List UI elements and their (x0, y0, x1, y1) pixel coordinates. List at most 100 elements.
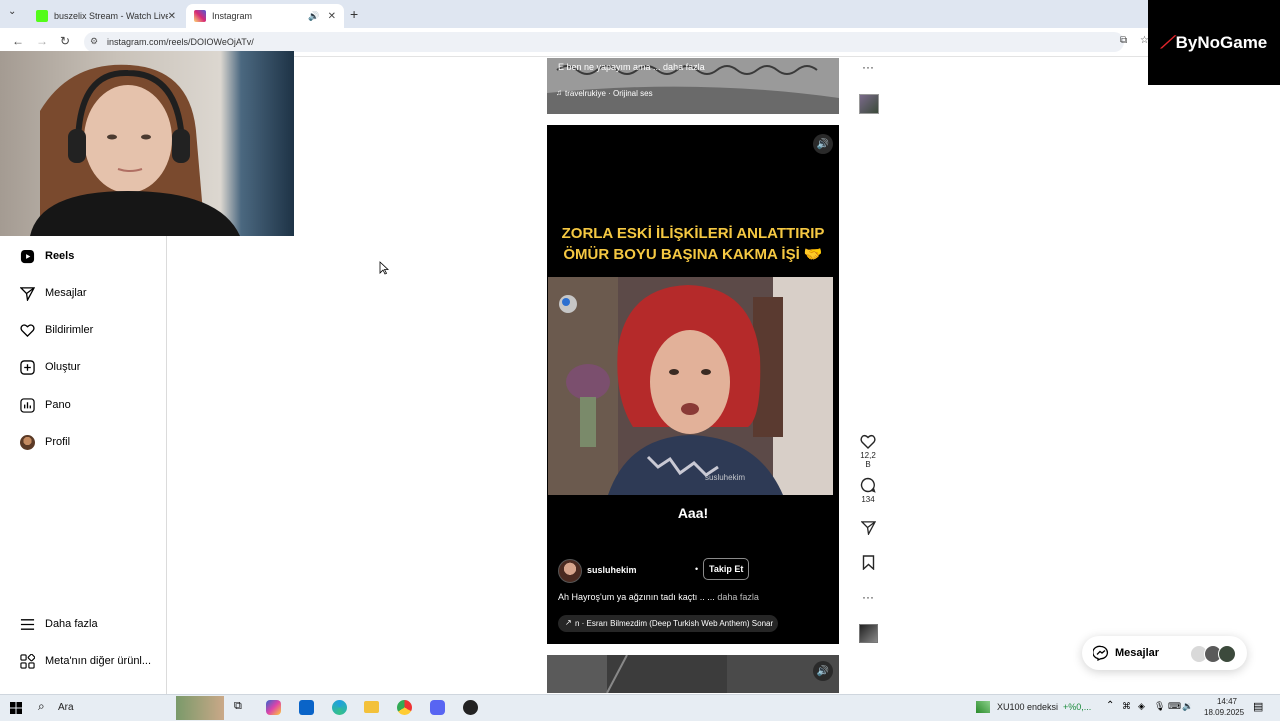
close-tab-icon[interactable]: ✕ (328, 11, 336, 22)
tab-instagram[interactable]: Instagram 🔊 ✕ (186, 4, 344, 28)
clock-time[interactable]: 14:47 (1212, 697, 1242, 706)
previous-reel[interactable]: E ben ne yapayım ama ... daha fazla trav… (547, 58, 839, 114)
sidebar-item-messages[interactable]: Mesajlar (0, 278, 166, 308)
comment-count: 134 (861, 495, 875, 504)
like-action[interactable]: 12,2 B (858, 434, 878, 469)
overlay-line-1: ZORLA ESKİ İLİŞKİLERİ ANLATTIRIP (561, 225, 825, 242)
previous-reel-more-icon[interactable]: ··· (858, 60, 878, 74)
stock-chart-icon (976, 701, 990, 713)
search-icon[interactable]: ⌕ (38, 699, 45, 714)
clock-date[interactable]: 18.09.2025 (1204, 708, 1244, 717)
bookmark-icon (862, 555, 874, 571)
tab-kick-stream[interactable]: buszelix Stream - Watch Live o ✕ (28, 4, 184, 28)
author-username[interactable]: susluhekim (587, 565, 637, 575)
task-view-icon[interactable]: ⧉ (234, 700, 242, 713)
sidebar-item-profile[interactable]: Profil (0, 427, 166, 457)
tray-app-icon[interactable]: ⌘ (1122, 701, 1131, 712)
share-send-icon (859, 521, 876, 537)
chart-icon (19, 397, 35, 413)
music-note-icon: ♫ (556, 88, 562, 97)
bynogame-slash-icon: ⟋ (1160, 32, 1173, 52)
microphone-icon[interactable]: 🎙 (1154, 701, 1165, 712)
sidebar-item-label: Meta'nın diğer ürünl... (45, 655, 152, 667)
messenger-icon (1093, 645, 1109, 661)
tab-search-chevron-icon[interactable]: ⌄ (8, 6, 16, 17)
windows-taskbar: ⌕ Ara ⧉ XU100 endeksi +%0,... ⌃ ⌘ ◈ 🎙 ⌨ … (0, 694, 1280, 721)
avatar-icon (19, 434, 35, 450)
stock-change[interactable]: +%0,... (1063, 702, 1091, 712)
copilot-icon[interactable] (266, 700, 281, 715)
reel-caption[interactable]: Ah Hayroş'um ya ağzının tadı kaçtı .. ..… (558, 592, 759, 602)
overlay-line-2: ÖMÜR BOYU BAŞINA KAKMA İŞİ 🤝 (563, 246, 823, 263)
close-tab-icon[interactable]: ✕ (168, 11, 176, 22)
forward-arrow-icon[interactable]: → (36, 34, 48, 48)
chrome-icon[interactable] (397, 700, 412, 715)
author-avatar[interactable] (558, 559, 582, 583)
save-action[interactable] (858, 555, 878, 572)
file-explorer-icon[interactable] (364, 701, 379, 713)
sidebar-item-label: Reels (45, 250, 75, 262)
outlook-icon[interactable] (299, 700, 314, 715)
messages-pill[interactable]: Mesajlar (1082, 636, 1247, 670)
reel-audio-thumb[interactable] (859, 624, 878, 643)
sidebar-item-label: Mesajlar (45, 287, 87, 299)
arrow-trend-icon: ↗ (565, 618, 572, 627)
caption-text: Ah Hayroş'um ya ağzının tadı kaçtı .. ..… (558, 592, 715, 602)
edge-icon[interactable] (332, 700, 347, 715)
url-text[interactable]: instagram.com/reels/DOIOWeOjATv/ (107, 37, 254, 47)
video-watermark: susluhekim (705, 473, 746, 482)
sidebar-item-create[interactable]: Oluştur (0, 352, 166, 382)
menu-icon (19, 616, 35, 632)
windows-start-icon[interactable] (10, 701, 22, 714)
discord-icon[interactable] (430, 700, 445, 715)
sound-on-icon[interactable]: 🔊 (813, 134, 833, 154)
follow-button[interactable]: Takip Et (703, 558, 750, 580)
sidebar-item-reels[interactable]: Reels (0, 241, 166, 271)
grid-icon (19, 653, 35, 669)
new-tab-plus-icon[interactable]: + (350, 6, 358, 22)
more-options-icon[interactable]: ··· (858, 590, 878, 604)
previous-reel-caption: E ben ne yapayım ama ... daha fazla (558, 62, 705, 72)
tray-security-icon[interactable]: ◈ (1138, 701, 1145, 712)
send-icon (19, 285, 35, 301)
tab-strip: ⌄ buszelix Stream - Watch Live o ✕ Insta… (0, 0, 1148, 28)
more-link[interactable]: daha fazla (717, 592, 759, 602)
sidebar-item-meta-products[interactable]: Meta'nın diğer ürünl... (0, 646, 166, 676)
stock-name[interactable]: XU100 endeksi (997, 702, 1058, 712)
volume-icon[interactable]: 🔉 (1182, 701, 1193, 712)
reel-overlay-text: ZORLA ESKİ İLİŞKİLERİ ANLATTIRIP ÖMÜR BO… (547, 223, 839, 265)
next-reel[interactable]: 🔊 (547, 655, 839, 693)
kick-favicon-icon (36, 10, 48, 22)
like-count: 12,2 B (860, 451, 876, 469)
language-icon[interactable]: ⌨ (1168, 701, 1181, 712)
share-action[interactable] (858, 520, 878, 537)
notification-center-icon[interactable]: ▤ (1253, 700, 1263, 713)
current-reel[interactable]: 🔊 ZORLA ESKİ İLİŞKİLERİ ANLATTIRIP ÖMÜR … (547, 125, 839, 644)
next-reel-thumbnail (547, 655, 839, 693)
sidebar-item-notifications[interactable]: Bildirimler (0, 315, 166, 345)
show-hidden-icons-chevron-icon[interactable]: ⌃ (1106, 700, 1114, 711)
sidebar-item-dashboard[interactable]: Pano (0, 390, 166, 420)
reload-icon[interactable]: ↻ (60, 34, 70, 48)
comment-action[interactable]: 134 (858, 477, 878, 504)
audio-playing-icon[interactable]: 🔊 (308, 11, 319, 22)
install-app-icon[interactable]: ⧉ (1120, 35, 1127, 46)
tab-title: buszelix Stream - Watch Live o (54, 11, 168, 21)
previous-reel-audio-thumb[interactable] (859, 94, 879, 114)
back-arrow-icon[interactable]: ← (12, 34, 24, 48)
sidebar-item-label: Daha fazla (45, 618, 98, 630)
site-info-icon[interactable]: ⚙ (90, 36, 98, 47)
reels-icon (19, 248, 35, 264)
search-highlight-image (176, 696, 224, 720)
taskbar-search[interactable]: Ara (58, 702, 74, 713)
reel-audio-track[interactable]: n · Esrarı Bilmezdim (Deep Turkish Web A… (575, 619, 775, 628)
mouse-cursor-icon (379, 261, 389, 275)
next-reel-sound-icon[interactable]: 🔊 (813, 661, 833, 681)
previous-reel-audio[interactable]: travelrukiye · Orijinal ses (565, 89, 653, 98)
brand-text: ByNoGame (1175, 32, 1268, 52)
instagram-sidebar: Reels Mesajlar Bildirimler Oluştur Pano … (0, 236, 167, 694)
sidebar-item-more[interactable]: Daha fazla (0, 609, 166, 639)
sidebar-item-label: Bildirimler (45, 324, 94, 336)
obs-icon[interactable] (463, 700, 478, 715)
messages-label: Mesajlar (1115, 647, 1160, 659)
